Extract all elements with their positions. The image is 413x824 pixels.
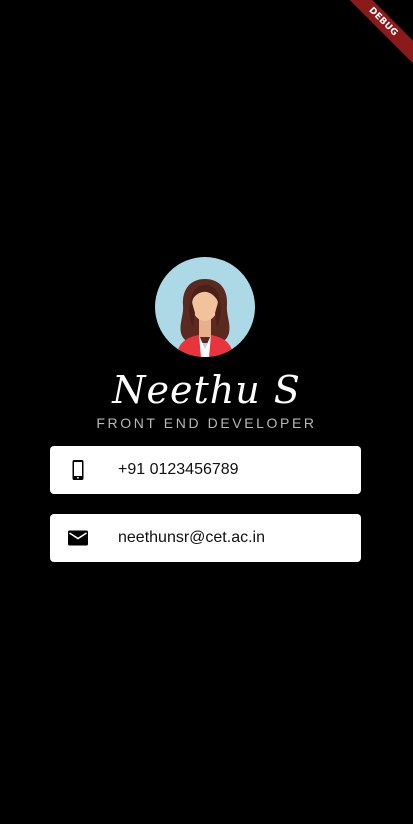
- phone-number: +91 0123456789: [118, 461, 239, 478]
- profile-name: Neethu S: [112, 368, 301, 412]
- female-avatar-icon: [177, 279, 233, 357]
- profile-title: FRONT END DEVELOPER: [96, 415, 317, 431]
- debug-banner: DEBUG: [333, 0, 413, 80]
- profile-avatar: [155, 257, 255, 357]
- email-card[interactable]: neethunsr@cet.ac.in: [50, 514, 361, 562]
- smartphone-icon: [66, 458, 90, 482]
- debug-label: DEBUG: [334, 0, 413, 71]
- phone-card[interactable]: +91 0123456789: [50, 446, 361, 494]
- app-screen: DEBUG Neethu S FRONT END DEVELOPER +91 0…: [0, 0, 413, 824]
- email-address: neethunsr@cet.ac.in: [118, 529, 265, 546]
- mail-icon: [66, 526, 90, 550]
